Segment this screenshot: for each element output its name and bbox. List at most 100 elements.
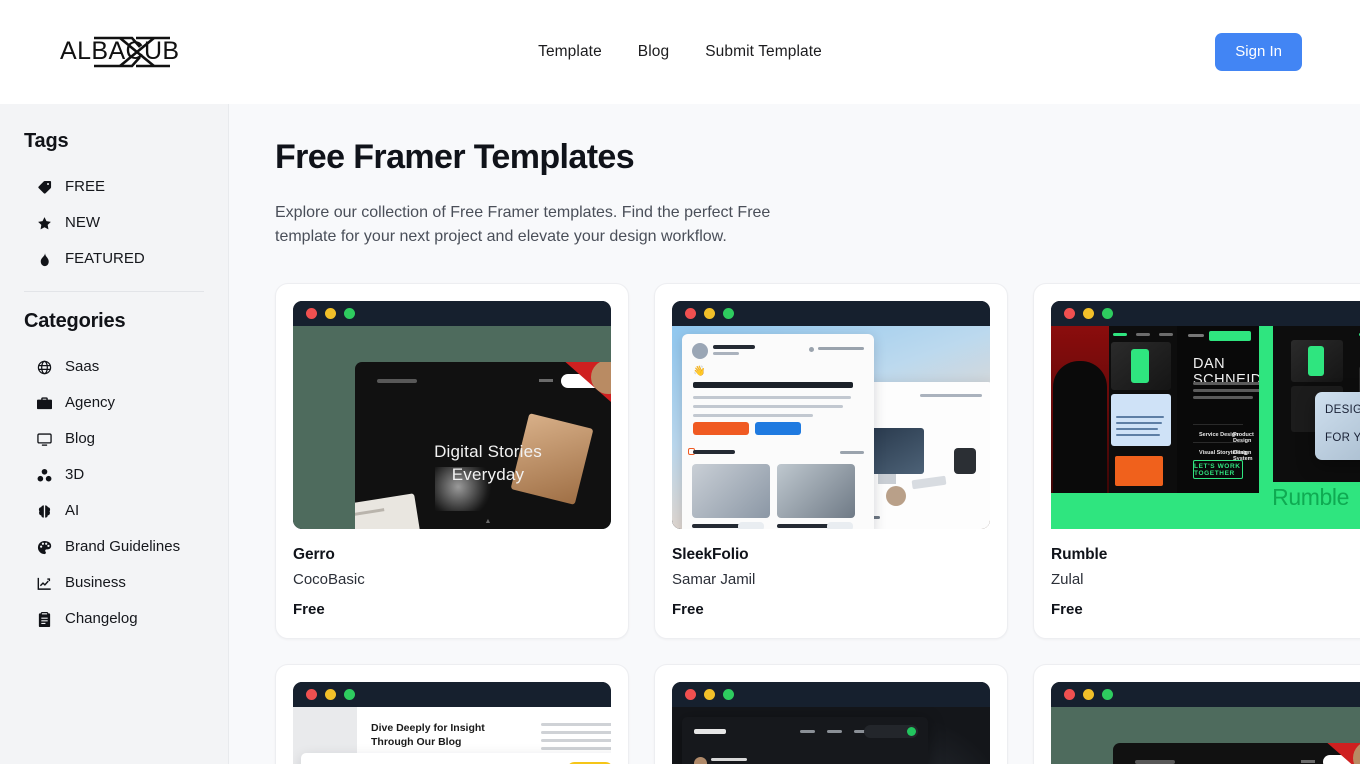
thumbnail-wordmark: Rumble bbox=[1272, 484, 1349, 511]
template-card[interactable]: Elevate your online presence with our cu… bbox=[654, 664, 1008, 764]
thumbnail-preview-blog: Dive Deeply for Insight Through Our Blog bbox=[293, 707, 611, 764]
sidebar-item-label: FEATURED bbox=[65, 250, 145, 267]
sidebar-item-label: Saas bbox=[65, 358, 100, 375]
nav-submit-template[interactable]: Submit Template bbox=[705, 43, 822, 61]
browser-chrome bbox=[293, 682, 611, 708]
briefcase-icon bbox=[36, 395, 53, 412]
sidebar-item-3d[interactable]: 3D bbox=[24, 457, 204, 493]
maximize-dot-icon bbox=[1102, 308, 1113, 320]
sidebar-item-label: Business bbox=[65, 574, 126, 591]
categories-heading: Categories bbox=[24, 310, 126, 332]
globe-icon bbox=[36, 359, 53, 376]
sidebar-item-label: 3D bbox=[65, 466, 85, 483]
sidebar-item-blog[interactable]: Blog bbox=[24, 421, 204, 457]
nav-template[interactable]: Template bbox=[538, 43, 602, 61]
site-header: ALBACUB Template Blog Submit Template Si… bbox=[0, 0, 1360, 104]
thumbnail-preview-sleekfolio: 👋 bbox=[672, 326, 990, 530]
sidebar-item-agency[interactable]: Agency bbox=[24, 385, 204, 421]
card-title: SleekFolio bbox=[672, 546, 749, 564]
clipboard-icon bbox=[36, 611, 53, 628]
cube-icon bbox=[36, 467, 53, 484]
page-body: Tags FREE NEW FEATURED Categories Saas A… bbox=[0, 104, 1360, 764]
template-thumbnail bbox=[1051, 682, 1360, 764]
minimize-dot-icon bbox=[1083, 308, 1094, 320]
thumbnail-preview-rumble: DESIGN FOR YOUR Rumble bbox=[1051, 326, 1360, 530]
thumbnail-preview-gerro: Digital Stories Everyday ▲ bbox=[293, 326, 611, 530]
card-author: Zulal bbox=[1051, 571, 1084, 589]
overlay-line-1: DESIGN bbox=[1325, 404, 1360, 417]
sidebar-item-changelog[interactable]: Changelog bbox=[24, 601, 204, 637]
template-card[interactable]: Digital Stories Everyday ▲ Gerro CocoBas… bbox=[275, 283, 629, 640]
sign-in-button[interactable]: Sign In bbox=[1215, 33, 1302, 71]
minimize-dot-icon bbox=[704, 689, 715, 701]
template-card[interactable] bbox=[1033, 664, 1360, 764]
categories-list: Saas Agency Blog 3D AI Brand Guidelines … bbox=[24, 349, 204, 637]
sidebar-item-featured[interactable]: FEATURED bbox=[24, 241, 204, 277]
close-dot-icon bbox=[1064, 689, 1075, 701]
template-card[interactable]: Dive Deeply for Insight Through Our Blog bbox=[275, 664, 629, 764]
sidebar-item-saas[interactable]: Saas bbox=[24, 349, 204, 385]
logo[interactable]: ALBACUB bbox=[58, 28, 288, 76]
close-dot-icon bbox=[306, 308, 317, 320]
browser-chrome bbox=[672, 682, 990, 708]
sidebar-item-label: NEW bbox=[65, 214, 100, 231]
sidebar-item-label: Blog bbox=[65, 430, 96, 447]
sidebar-item-label: FREE bbox=[65, 178, 106, 195]
browser-chrome bbox=[1051, 301, 1360, 327]
maximize-dot-icon bbox=[344, 308, 355, 320]
card-price: Free bbox=[672, 601, 704, 619]
browser-chrome bbox=[1051, 682, 1360, 708]
sidebar-item-new[interactable]: NEW bbox=[24, 205, 204, 241]
card-price: Free bbox=[293, 601, 325, 619]
main-content: Free Framer Templates Explore our collec… bbox=[229, 104, 1360, 764]
brain-icon bbox=[36, 503, 53, 520]
maximize-dot-icon bbox=[344, 689, 355, 701]
sidebar-item-free[interactable]: FREE bbox=[24, 169, 204, 205]
sidebar-item-label: Agency bbox=[65, 394, 116, 411]
template-thumbnail: Elevate your online presence with our cu… bbox=[672, 682, 990, 764]
template-thumbnail: DESIGN FOR YOUR Rumble bbox=[1051, 301, 1360, 530]
browser-chrome bbox=[672, 301, 990, 327]
card-title: Rumble bbox=[1051, 546, 1108, 564]
browser-chrome bbox=[293, 301, 611, 327]
flame-icon bbox=[36, 251, 53, 268]
sidebar-item-business[interactable]: Business bbox=[24, 565, 204, 601]
sidebar-divider bbox=[24, 291, 204, 292]
thumbnail-preview-portfolio: Elevate your online presence with our cu… bbox=[672, 707, 990, 764]
chart-icon bbox=[36, 575, 53, 592]
nav-blog[interactable]: Blog bbox=[638, 43, 669, 61]
sidebar-item-brand-guidelines[interactable]: Brand Guidelines bbox=[24, 529, 204, 565]
close-dot-icon bbox=[1064, 308, 1075, 320]
thumbnail-headline: Digital Stories Everyday bbox=[434, 441, 542, 484]
filters-sidebar: Tags FREE NEW FEATURED Categories Saas A… bbox=[0, 104, 229, 764]
palette-icon bbox=[36, 539, 53, 556]
minimize-dot-icon bbox=[325, 308, 336, 320]
template-grid: Digital Stories Everyday ▲ Gerro CocoBas… bbox=[275, 283, 1360, 764]
sidebar-item-ai[interactable]: AI bbox=[24, 493, 204, 529]
card-author: Samar Jamil bbox=[672, 571, 756, 589]
close-dot-icon bbox=[306, 689, 317, 701]
header-actions: Sign In bbox=[1215, 33, 1302, 71]
tags-list: FREE NEW FEATURED bbox=[24, 169, 204, 277]
tag-icon bbox=[36, 179, 53, 196]
sidebar-item-label: Changelog bbox=[65, 610, 138, 627]
thumbnail-cta: LET'S WORK TOGETHER bbox=[1193, 460, 1243, 480]
card-author: CocoBasic bbox=[293, 571, 365, 589]
thumbnail-preview-gerro-alt bbox=[1051, 707, 1360, 764]
page-title: Free Framer Templates bbox=[275, 138, 635, 176]
maximize-dot-icon bbox=[723, 308, 734, 320]
template-card[interactable]: DESIGN FOR YOUR Rumble bbox=[1033, 283, 1360, 640]
tags-heading: Tags bbox=[24, 130, 69, 152]
template-card[interactable]: 👋 SleekFolio Samar Jamil Free bbox=[654, 283, 1008, 640]
page-subtitle: Explore our collection of Free Framer te… bbox=[275, 204, 771, 246]
template-thumbnail: Digital Stories Everyday ▲ bbox=[293, 301, 611, 530]
minimize-dot-icon bbox=[1083, 689, 1094, 701]
sidebar-item-label: Brand Guidelines bbox=[65, 538, 181, 555]
app-root: ALBACUB Template Blog Submit Template Si… bbox=[0, 0, 1360, 764]
close-dot-icon bbox=[685, 308, 696, 320]
card-price: Free bbox=[1051, 601, 1083, 619]
star-icon bbox=[36, 215, 53, 232]
minimize-dot-icon bbox=[704, 308, 715, 320]
monitor-icon bbox=[36, 431, 53, 448]
template-thumbnail: 👋 bbox=[672, 301, 990, 530]
